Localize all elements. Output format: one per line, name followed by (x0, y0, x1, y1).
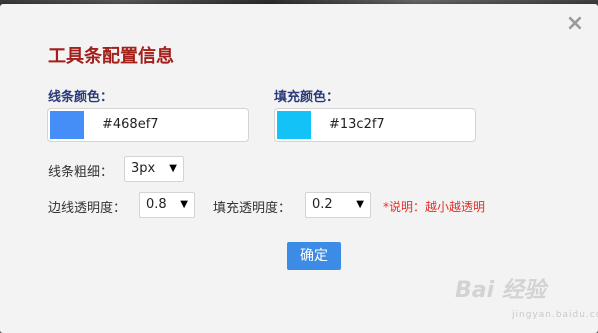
fill-color-picker[interactable]: #13c2f7 (274, 108, 476, 142)
opacity-note: *说明：越小越透明 (383, 200, 486, 214)
fill-opacity-value: 0.2 (312, 197, 333, 212)
dialog-title: 工具条配置信息 (48, 46, 174, 67)
confirm-button[interactable]: 确定 (287, 242, 341, 270)
close-icon[interactable]: × (565, 13, 585, 35)
line-width-value: 3px (131, 161, 156, 176)
fill-color-swatch[interactable] (277, 111, 311, 139)
fill-color-label: 填充颜色： (274, 90, 340, 105)
watermark-url: jingyan.baidu.com (512, 310, 598, 320)
border-opacity-label: 边线透明度： (48, 201, 127, 216)
fill-opacity-label: 填充透明度： (213, 201, 292, 216)
chevron-down-icon: ▼ (180, 199, 188, 210)
line-color-picker[interactable]: #468ef7 (47, 108, 249, 142)
border-opacity-value: 0.8 (146, 197, 167, 212)
line-width-select[interactable]: 3px ▼ (124, 156, 184, 182)
baidu-jingyan-watermark: Bai 经验 (455, 278, 546, 303)
chevron-down-icon: ▼ (356, 199, 364, 210)
line-color-label: 线条颜色： (48, 90, 114, 105)
line-width-label: 线条粗细： (48, 165, 114, 180)
fill-color-value[interactable]: #13c2f7 (329, 109, 385, 141)
toolbar-config-dialog: × 工具条配置信息 线条颜色： #468ef7 填充颜色： #13c2f7 线条… (0, 4, 598, 333)
line-color-value[interactable]: #468ef7 (102, 109, 159, 141)
chevron-down-icon: ▼ (169, 163, 177, 174)
border-opacity-select[interactable]: 0.8 ▼ (139, 192, 195, 218)
fill-opacity-select[interactable]: 0.2 ▼ (305, 192, 371, 218)
line-color-swatch[interactable] (50, 111, 84, 139)
